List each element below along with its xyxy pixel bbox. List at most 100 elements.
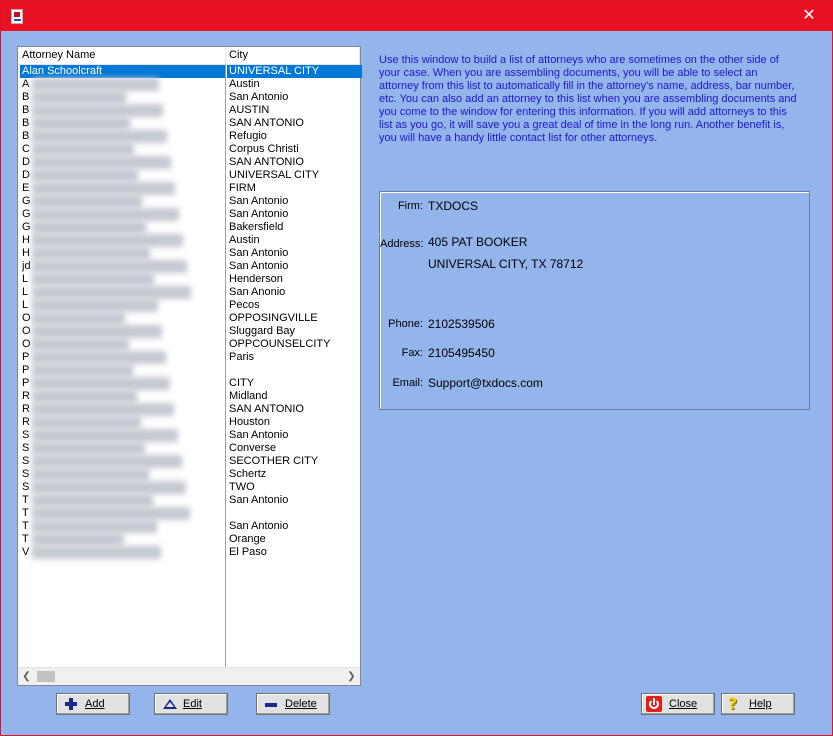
list-item[interactable]: D SAN ANTONIO <box>18 156 360 169</box>
city-cell: SAN ANTONIO <box>229 117 304 129</box>
city-cell: Sluggard Bay <box>229 325 296 337</box>
city-cell: San Antonio <box>229 247 289 259</box>
list-item[interactable]: A Austin <box>18 78 360 91</box>
list-item[interactable]: R SAN ANTONIO <box>18 403 360 416</box>
delete-button-label: Delete <box>285 698 317 710</box>
city-cell: UNIVERSAL CITY <box>227 65 362 78</box>
city-cell: OPPCOUNSELCITY <box>229 338 331 350</box>
list-item[interactable]: B Refugio <box>18 130 360 143</box>
city-cell: San Antonio <box>229 520 289 532</box>
list-item[interactable]: P CITY <box>18 377 360 390</box>
list-item[interactable]: T <box>18 507 360 520</box>
city-cell: Austin <box>229 234 260 246</box>
window-close-button[interactable]: ✕ <box>786 1 832 31</box>
list-item[interactable]: G San Antonio <box>18 208 360 221</box>
list-item[interactable]: L Henderson <box>18 273 360 286</box>
list-item[interactable]: H Austin <box>18 234 360 247</box>
city-cell: San Antonio <box>229 91 289 103</box>
city-cell: AUSTIN <box>229 104 270 116</box>
redacted-name <box>32 403 174 416</box>
redacted-name <box>32 442 145 455</box>
list-item[interactable]: T San Antonio <box>18 494 360 507</box>
city-cell: Paris <box>229 351 255 363</box>
list-item[interactable]: L San Anonio <box>18 286 360 299</box>
list-item[interactable]: jd San Antonio <box>18 260 360 273</box>
scroll-left-icon[interactable]: ❮ <box>18 668 35 685</box>
list-item[interactable]: O Sluggard Bay <box>18 325 360 338</box>
header-divider[interactable] <box>359 47 360 64</box>
city-cell: TWO <box>229 481 255 493</box>
delete-button[interactable]: Delete <box>256 693 330 715</box>
edit-button[interactable]: Edit <box>154 693 228 715</box>
city-cell: Converse <box>229 442 277 454</box>
address-line1-value: 405 PAT BOOKER <box>428 235 528 249</box>
address-label: Address: <box>380 238 424 250</box>
attorney-list-window: ✕ Attorney Name City Alan Schoolcraft UNI… <box>0 0 833 736</box>
redacted-name <box>32 416 141 429</box>
list-item[interactable]: T San Antonio <box>18 520 360 533</box>
firm-label: Firm: <box>397 200 423 212</box>
redacted-name <box>32 390 137 403</box>
list-item[interactable]: B SAN ANTONIO <box>18 117 360 130</box>
instructions-text: Use this window to build a list of attor… <box>379 54 797 144</box>
list-item[interactable]: V El Paso <box>18 546 360 559</box>
list-item[interactable]: R Houston <box>18 416 360 429</box>
list-item[interactable]: O OPPOSINGVILLE <box>18 312 360 325</box>
list-rows: Alan Schoolcraft UNIVERSAL CITY A Austin B Sa… <box>18 65 362 559</box>
city-cell: SECOTHER CITY <box>229 455 319 467</box>
list-item[interactable]: E FIRM <box>18 182 360 195</box>
list-item[interactable]: G San Antonio <box>18 195 360 208</box>
redacted-name <box>32 117 130 130</box>
redacted-name <box>32 377 170 390</box>
column-header-attorney-name[interactable]: Attorney Name <box>22 49 95 61</box>
list-item[interactable]: H San Antonio <box>18 247 360 260</box>
list-item[interactable]: Alan Schoolcraft UNIVERSAL CITY <box>18 65 362 78</box>
redacted-name <box>32 481 186 494</box>
list-item[interactable]: L Pecos <box>18 299 360 312</box>
list-item[interactable]: S SECOTHER CITY <box>18 455 360 468</box>
redacted-name <box>32 312 125 325</box>
list-item[interactable]: R Midland <box>18 390 360 403</box>
horizontal-scrollbar[interactable]: ❮ ❯ <box>18 667 360 685</box>
city-cell: SAN ANTONIO <box>229 156 304 168</box>
list-item[interactable]: P Paris <box>18 351 360 364</box>
redacted-name <box>32 455 182 468</box>
list-item[interactable]: S San Antonio <box>18 429 360 442</box>
redacted-name <box>32 143 134 156</box>
attorney-list[interactable]: Attorney Name City Alan Schoolcraft UNIVE… <box>17 46 362 686</box>
list-item[interactable]: G Bakersfield <box>18 221 360 234</box>
list-item[interactable]: B AUSTIN <box>18 104 360 117</box>
scroll-thumb[interactable] <box>37 671 55 682</box>
redacted-name <box>32 247 150 260</box>
header-divider[interactable] <box>225 47 226 64</box>
app-icon <box>11 9 23 24</box>
redacted-name <box>32 364 133 377</box>
city-cell: El Paso <box>229 546 267 558</box>
city-cell: Schertz <box>229 468 267 480</box>
redacted-name <box>32 546 161 559</box>
list-item[interactable]: P <box>18 364 360 377</box>
column-header-city[interactable]: City <box>229 49 248 61</box>
city-cell: San Antonio <box>229 195 289 207</box>
list-item[interactable]: S Schertz <box>18 468 360 481</box>
list-item[interactable]: C Corpus Christi <box>18 143 360 156</box>
list-item[interactable]: S Converse <box>18 442 360 455</box>
redacted-name <box>32 234 183 247</box>
list-item[interactable]: T Orange <box>18 533 360 546</box>
redacted-name <box>32 195 142 208</box>
list-item[interactable]: S TWO <box>18 481 360 494</box>
list-item[interactable]: B San Antonio <box>18 91 360 104</box>
help-button[interactable]: ? Help <box>721 693 795 715</box>
city-cell: Austin <box>229 78 260 90</box>
close-button[interactable]: Close <box>641 693 715 715</box>
scroll-right-icon[interactable]: ❯ <box>343 668 360 685</box>
list-item[interactable]: O OPPCOUNSELCITY <box>18 338 360 351</box>
add-button-label: Add <box>85 698 105 710</box>
add-button[interactable]: Add <box>56 693 130 715</box>
redacted-name <box>32 208 179 221</box>
redacted-name <box>32 91 126 104</box>
list-item[interactable]: D UNIVERSAL CITY <box>18 169 360 182</box>
redacted-name <box>32 182 175 195</box>
title-bar[interactable]: ✕ <box>1 1 832 31</box>
triangle-icon <box>163 699 177 709</box>
